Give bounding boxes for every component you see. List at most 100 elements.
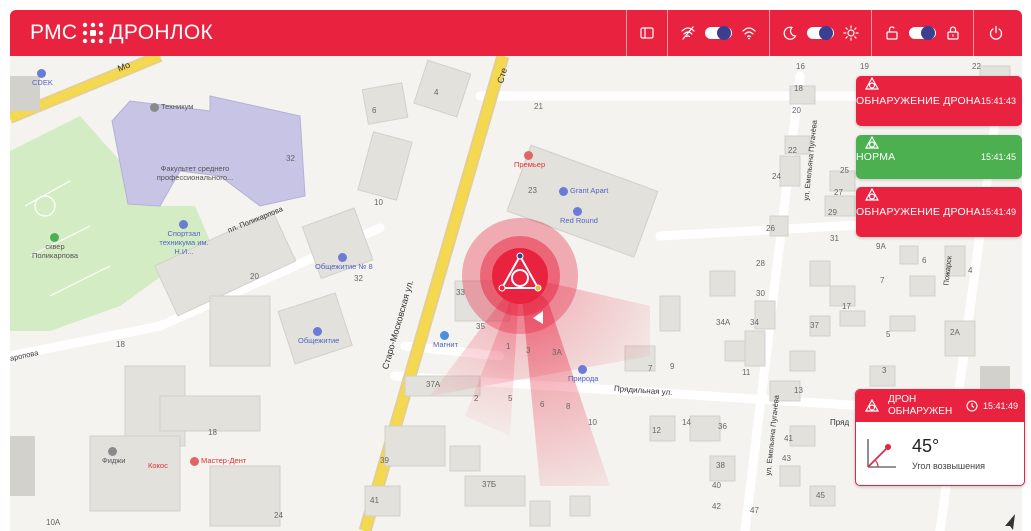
house-number: 22 (972, 62, 981, 71)
poi-grant-apart[interactable]: Grant Apart (559, 186, 608, 196)
house-number: 18 (208, 428, 217, 437)
poi-pin-icon (313, 326, 323, 336)
house-number: 32 (286, 154, 295, 163)
house-number: 47 (750, 506, 759, 515)
sun-icon (843, 25, 859, 41)
drone-icon (864, 135, 880, 149)
card-header: ДРОН ОБНАРУЖЕН 15:41:49 (856, 390, 1024, 422)
house-number: 8 (566, 402, 571, 411)
brand-right: ДРОНЛОК (109, 21, 214, 44)
poi-cdek[interactable]: CDEK (32, 68, 53, 87)
house-number: 4 (434, 88, 439, 97)
poi-fidzhi[interactable]: Фиджи (102, 446, 125, 465)
poi-pin-icon (440, 330, 449, 340)
poi-pin-icon (178, 219, 188, 229)
poi-priroda[interactable]: Природа (568, 364, 598, 383)
house-number: 20 (792, 106, 801, 115)
poi-pin-icon (577, 364, 587, 374)
alert-time: 15:41:45 (980, 152, 1016, 162)
brand-left: РМС (30, 21, 78, 44)
lock-toggle[interactable] (909, 26, 936, 40)
house-number: 24 (772, 172, 781, 181)
house-number: 19 (860, 62, 869, 71)
power-icon[interactable] (988, 25, 1004, 41)
elevation-angle-label: Угол возвышения (912, 460, 986, 471)
house-number: 6 (922, 256, 927, 265)
alert-drone-detected-1[interactable]: ОБНАРУЖЕНИЕ ДРОНА 15:41:43 (856, 76, 1022, 126)
house-number: 29 (828, 208, 837, 217)
house-number: 17 (842, 302, 851, 311)
card-title: ДРОН ОБНАРУЖЕН (888, 394, 953, 417)
house-number: 2 (474, 394, 479, 403)
poi-pin-icon (524, 150, 534, 160)
wifi-toggle[interactable] (705, 26, 732, 40)
poi-technikum[interactable]: Техникум (150, 102, 193, 112)
house-number: 26 (766, 224, 775, 233)
poi-pin-icon (559, 186, 568, 196)
house-number: 4 (968, 266, 973, 275)
house-number: 18 (794, 84, 803, 93)
drone-detection-card[interactable]: ДРОН ОБНАРУЖЕН 15:41:49 45° Угол возвыше… (855, 389, 1025, 486)
house-number: 28 (756, 259, 765, 268)
house-number: 12 (652, 426, 661, 435)
house-number: 7 (880, 276, 885, 285)
drone-icon (864, 187, 880, 201)
poi-obshezhitie[interactable]: Общежитие (298, 326, 339, 345)
house-number: 10А (46, 518, 61, 527)
house-number: 3 (526, 346, 531, 355)
house-number: 13 (794, 386, 803, 395)
house-number: 14 (682, 418, 691, 427)
house-number: 23 (528, 186, 537, 195)
house-number: 39 (380, 456, 389, 465)
poi-obshezhitie-8[interactable]: Общежитие № 8 (315, 252, 373, 271)
alert-time: 15:41:43 (980, 96, 1016, 106)
drone-icon (864, 398, 880, 412)
house-number: 1 (506, 342, 511, 351)
poi-sportzal[interactable]: Спортзал техникума им. Н.И... (154, 219, 214, 256)
poi-pin-icon (573, 206, 583, 216)
alert-text: ОБНАРУЖЕНИЕ ДРОНА (856, 94, 981, 107)
sidebar-panel-icon[interactable] (639, 25, 655, 41)
house-number: 10 (374, 198, 383, 207)
poi-pin-icon (338, 252, 348, 262)
elevation-angle-value: 45° (912, 435, 940, 456)
house-number: 32 (354, 274, 363, 283)
house-number: 30 (756, 289, 765, 298)
poi-premier[interactable]: Премьер (514, 150, 545, 169)
poi-pin-icon (49, 232, 59, 242)
alert-normal[interactable]: НОРМА 15:41:45 (856, 135, 1022, 179)
house-number: 34 (750, 318, 759, 327)
house-number: 37 (810, 321, 819, 330)
app-logo: РМС ДРОНЛОК (30, 21, 213, 45)
toggle-knob (717, 26, 731, 40)
theme-toggle[interactable] (807, 26, 834, 40)
poi-pin-icon (36, 68, 46, 78)
house-number: 3 (882, 366, 887, 375)
toggle-knob (921, 26, 935, 40)
unlock-icon (886, 26, 898, 40)
poi-master-dent[interactable]: Мастер-Дент (190, 456, 246, 466)
poi-fakultet[interactable]: Факультет среднего профессионального... (150, 164, 240, 182)
house-number: 11 (742, 368, 751, 377)
house-number: 24 (274, 511, 283, 520)
panel-toggle-group (626, 10, 667, 56)
house-number: 3А (552, 348, 562, 357)
lock-icon (947, 26, 959, 40)
logo-mark-icon (83, 22, 104, 44)
poi-magnit[interactable]: Магнит (433, 330, 458, 349)
toggle-knob (819, 26, 833, 40)
poi-koks[interactable]: Кокос (148, 461, 168, 470)
poi-red-round[interactable]: Red Round (560, 206, 598, 225)
house-number: 2А (950, 328, 960, 337)
alert-drone-detected-2[interactable]: ОБНАРУЖЕНИЕ ДРОНА 15:41:49 (856, 187, 1022, 237)
poi-pin-icon (190, 456, 199, 466)
house-number: 5 (886, 330, 891, 339)
house-number: 9А (876, 242, 886, 251)
house-number: 33 (456, 288, 465, 297)
house-number: 25 (840, 166, 849, 175)
house-number: 18 (116, 340, 125, 349)
card-body: 45° Угол возвышения (856, 422, 1024, 484)
wifi-toggle-group (667, 10, 769, 56)
house-number: 6 (540, 400, 545, 409)
poi-skver[interactable]: сквер Поликарпова (30, 232, 80, 260)
